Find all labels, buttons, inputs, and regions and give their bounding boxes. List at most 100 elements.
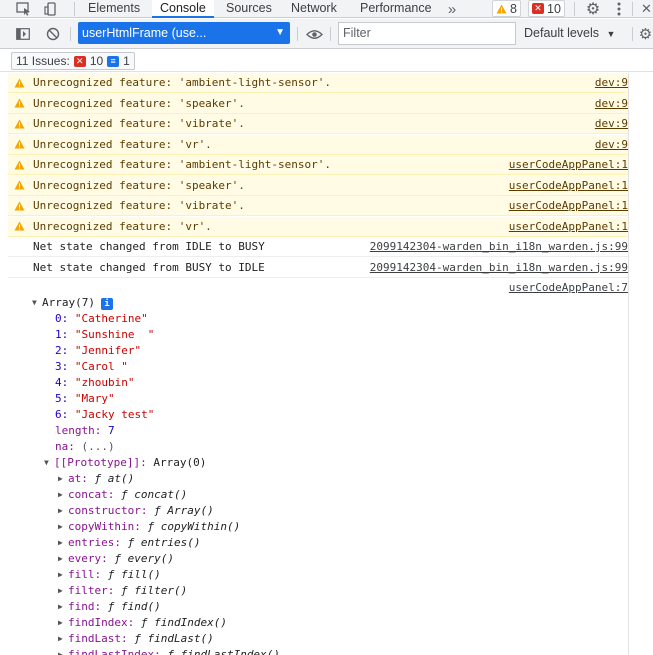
info-icon: ≡	[107, 55, 120, 67]
array-index: 5:	[55, 392, 69, 405]
context-selector-label: userHtmlFrame (use...	[82, 26, 207, 40]
source-link[interactable]: dev:9	[595, 117, 628, 130]
source-link[interactable]: 2099142304-warden_bin_i18n_warden.js:99	[370, 261, 628, 274]
prototype-method[interactable]: ▶ filter: ƒ filter()	[58, 584, 187, 597]
more-tabs-icon[interactable]: »	[443, 0, 461, 18]
issues-bar: 11 Issues: ✕ 10 ≡ 1	[0, 50, 653, 72]
property-key: na:	[55, 440, 75, 453]
message-text: Unrecognized feature: 'ambient-light-sen…	[33, 76, 332, 89]
error-icon: ✕	[532, 3, 544, 14]
array-item: 3: "Carol "	[55, 360, 128, 373]
expand-triangle-icon: ▶	[58, 618, 63, 627]
filter-input[interactable]: Filter	[338, 22, 516, 45]
source-link[interactable]: dev:9	[595, 97, 628, 110]
method-value: ƒ findIndex()	[140, 616, 227, 629]
divider	[297, 27, 298, 41]
tab-sources[interactable]: Sources	[218, 0, 280, 18]
console-settings-gear-icon[interactable]: ⚙	[638, 25, 653, 43]
live-expression-eye-icon[interactable]	[304, 25, 324, 43]
log-levels-label: Default levels	[524, 26, 600, 40]
errors-count: 10	[547, 1, 561, 16]
clear-console-icon[interactable]	[44, 25, 62, 43]
array-tree-header[interactable]: ▼ Array(7) i	[32, 296, 113, 310]
method-key: concat:	[68, 488, 115, 501]
tab-elements[interactable]: Elements	[80, 0, 148, 18]
warning-message: Unrecognized feature: 'ambient-light-sen…	[8, 73, 628, 93]
expand-triangle-icon: ▶	[58, 474, 63, 483]
source-link[interactable]: userCodeAppPanel:1	[509, 220, 628, 233]
console-scroll-gutter[interactable]	[628, 73, 653, 655]
prototype-method[interactable]: ▶ copyWithin: ƒ copyWithin()	[58, 520, 240, 533]
source-link[interactable]: 2099142304-warden_bin_i18n_warden.js:99	[370, 240, 628, 253]
method-key: fill:	[68, 568, 102, 581]
source-link[interactable]: dev:9	[595, 76, 628, 89]
close-icon[interactable]: ✕	[640, 0, 653, 18]
expand-triangle-icon: ▶	[58, 570, 63, 579]
message-text: Net state changed from BUSY to IDLE	[33, 260, 265, 274]
array-item: 0: "Catherine"	[55, 312, 148, 325]
text	[114, 488, 121, 501]
prototype-method[interactable]: ▶ findIndex: ƒ findIndex()	[58, 616, 227, 629]
source-link[interactable]: dev:9	[595, 138, 628, 151]
warning-message: Unrecognized feature: 'speaker'. dev:9	[8, 93, 628, 114]
prototype-method[interactable]: ▶ at: ƒ at()	[58, 472, 134, 485]
warning-message: Unrecognized feature: 'speaker'. userCode…	[8, 175, 628, 196]
tab-performance[interactable]: Performance	[352, 0, 440, 18]
console-log: Unrecognized feature: 'ambient-light-sen…	[8, 73, 628, 655]
warning-message: Unrecognized feature: 'ambient-light-sen…	[8, 155, 628, 175]
array-value: "Jennifer"	[74, 344, 142, 357]
method-value: ƒ concat()	[120, 488, 188, 501]
tab-console[interactable]: Console	[152, 0, 214, 18]
property-value: (...)	[81, 440, 115, 453]
sidebar-toggle-icon[interactable]	[14, 25, 32, 43]
log-levels-dropdown[interactable]: Default levels ▼	[524, 22, 615, 45]
array-na-property[interactable]: na: (...)	[55, 440, 115, 453]
source-link[interactable]: userCodeAppPanel:1	[509, 179, 628, 192]
array-item: 5: "Mary"	[55, 392, 115, 405]
warnings-badge[interactable]: 8	[492, 0, 521, 17]
text	[68, 312, 75, 325]
warning-message: Unrecognized feature: 'vibrate'. userCode…	[8, 196, 628, 216]
expand-triangle-icon: ▼	[44, 458, 49, 467]
issues-button[interactable]: 11 Issues: ✕ 10 ≡ 1	[11, 52, 135, 70]
prototype-method[interactable]: ▶ fill: ƒ fill()	[58, 568, 161, 581]
warning-message: Unrecognized feature: 'vibrate'. dev:9	[8, 114, 628, 134]
text	[68, 328, 75, 341]
context-selector[interactable]: userHtmlFrame (use... ▼	[78, 22, 290, 44]
text	[88, 472, 95, 485]
settings-gear-icon[interactable]: ⚙	[583, 0, 603, 18]
device-toolbar-icon[interactable]	[42, 0, 60, 18]
prototype-method[interactable]: ▶ findLast: ƒ findLast()	[58, 632, 214, 645]
devtools-tab-bar: Elements Console Sources Network Perform…	[0, 0, 653, 18]
array-index: 2:	[55, 344, 69, 357]
source-link[interactable]: userCodeAppPanel:1	[509, 158, 628, 171]
message-text: Unrecognized feature: 'vr'.	[33, 219, 212, 233]
prototype-method[interactable]: ▶ concat: ƒ concat()	[58, 488, 187, 501]
console-toolbar: userHtmlFrame (use... ▼ Filter Default l…	[0, 19, 653, 49]
text	[68, 360, 75, 373]
tab-network[interactable]: Network	[283, 0, 345, 18]
prototype-method[interactable]: ▶ findLastIndex: ƒ findLastIndex()	[58, 648, 280, 655]
prototype-method[interactable]: ▶ find: ƒ find()	[58, 600, 161, 613]
info-icon[interactable]: i	[100, 298, 113, 310]
errors-badge[interactable]: ✕ 10	[528, 0, 565, 17]
warning-icon	[8, 119, 26, 129]
property-value: Array(0)	[153, 456, 207, 469]
message-text: Unrecognized feature: 'vr'.	[33, 137, 212, 151]
method-value: ƒ filter()	[120, 584, 188, 597]
more-options-icon[interactable]	[612, 0, 626, 18]
warning-icon	[8, 98, 26, 108]
prototype-method[interactable]: ▶ constructor: ƒ Array()	[58, 504, 214, 517]
prototype-node[interactable]: ▼ [[Prototype]]: Array(0)	[44, 456, 206, 469]
warning-icon	[8, 201, 26, 211]
prototype-method[interactable]: ▶ entries: ƒ entries()	[58, 536, 200, 549]
source-link[interactable]: userCodeAppPanel:1	[509, 199, 628, 212]
text	[114, 584, 121, 597]
method-value: ƒ fill()	[107, 568, 161, 581]
message-text: Unrecognized feature: 'vibrate'.	[33, 199, 245, 212]
issues-error-count: 10	[89, 54, 104, 68]
source-link[interactable]: userCodeAppPanel:7	[509, 281, 628, 294]
prototype-method[interactable]: ▶ every: ƒ every()	[58, 552, 174, 565]
message-text: Unrecognized feature: 'speaker'.	[33, 96, 245, 110]
inspect-element-icon[interactable]	[14, 0, 34, 18]
